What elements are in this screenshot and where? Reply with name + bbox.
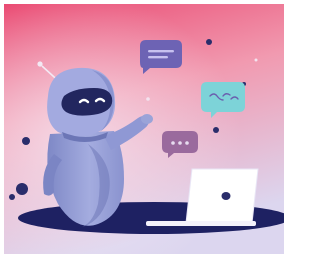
illustration [4,4,284,254]
robot-scene [4,4,284,254]
